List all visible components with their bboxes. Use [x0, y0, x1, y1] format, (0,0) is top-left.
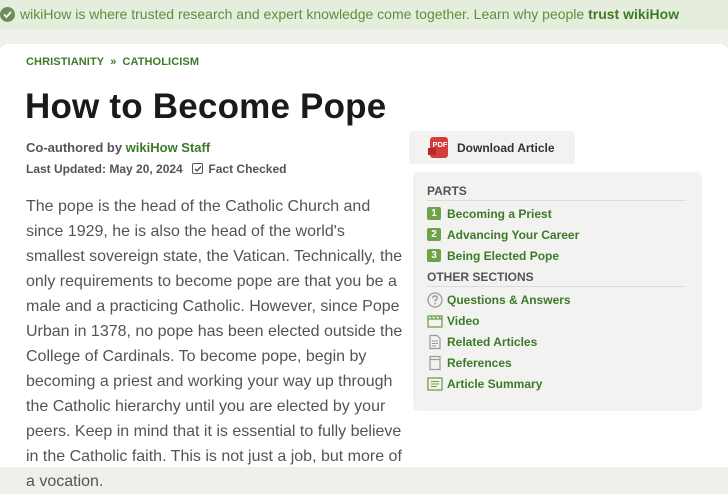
intro-paragraph: The pope is the head of the Catholic Chu… — [26, 198, 403, 490]
article-card: CHRISTIANITY » CATHOLICISM How to Become P… — [0, 44, 728, 490]
svg-text:PDF: PDF — [433, 140, 448, 149]
download-article-label: Download Article — [457, 141, 555, 155]
question-icon — [427, 292, 443, 308]
part-number-badge: 2 — [427, 228, 441, 241]
toc-other-sections-heading: OTHER SECTIONS — [427, 270, 534, 284]
trust-wikihow-link[interactable]: trust wikiHow — [588, 6, 679, 22]
document-icon — [429, 334, 441, 350]
check-circle-icon — [0, 7, 15, 22]
trust-banner: wikiHow is where trusted research and ex… — [0, 0, 728, 29]
video-icon — [427, 315, 443, 328]
byline: Co-authored by wikiHow Staff — [26, 140, 211, 155]
references-icon — [429, 355, 441, 371]
last-updated: Last Updated: May 20, 2024 Fact Checked — [26, 162, 287, 176]
pdf-icon: PDF — [428, 137, 448, 158]
fact-checked-icon — [192, 163, 204, 174]
summary-icon — [427, 377, 443, 391]
breadcrumb-catholicism[interactable]: CATHOLICISM — [122, 56, 199, 68]
fact-checked-label[interactable]: Fact Checked — [208, 162, 286, 176]
part-number-badge: 1 — [427, 207, 441, 220]
table-of-contents: PARTS 1 Becoming a Priest 2 Advancing Yo… — [413, 172, 702, 411]
toc-parts-heading: PARTS — [427, 184, 467, 198]
breadcrumb: CHRISTIANITY » CATHOLICISM — [26, 56, 199, 68]
breadcrumb-christianity[interactable]: CHRISTIANITY — [26, 56, 104, 68]
toc-divider — [427, 200, 686, 201]
download-article-button[interactable]: PDF Download Article — [409, 131, 575, 164]
banner-text: wikiHow is where trusted research and ex… — [20, 6, 680, 22]
page-title: How to Become Pope — [25, 87, 387, 126]
author-link[interactable]: wikiHow Staff — [126, 140, 211, 155]
breadcrumb-separator: » — [110, 56, 117, 68]
toc-divider — [427, 286, 686, 287]
part-number-badge: 3 — [427, 249, 441, 262]
